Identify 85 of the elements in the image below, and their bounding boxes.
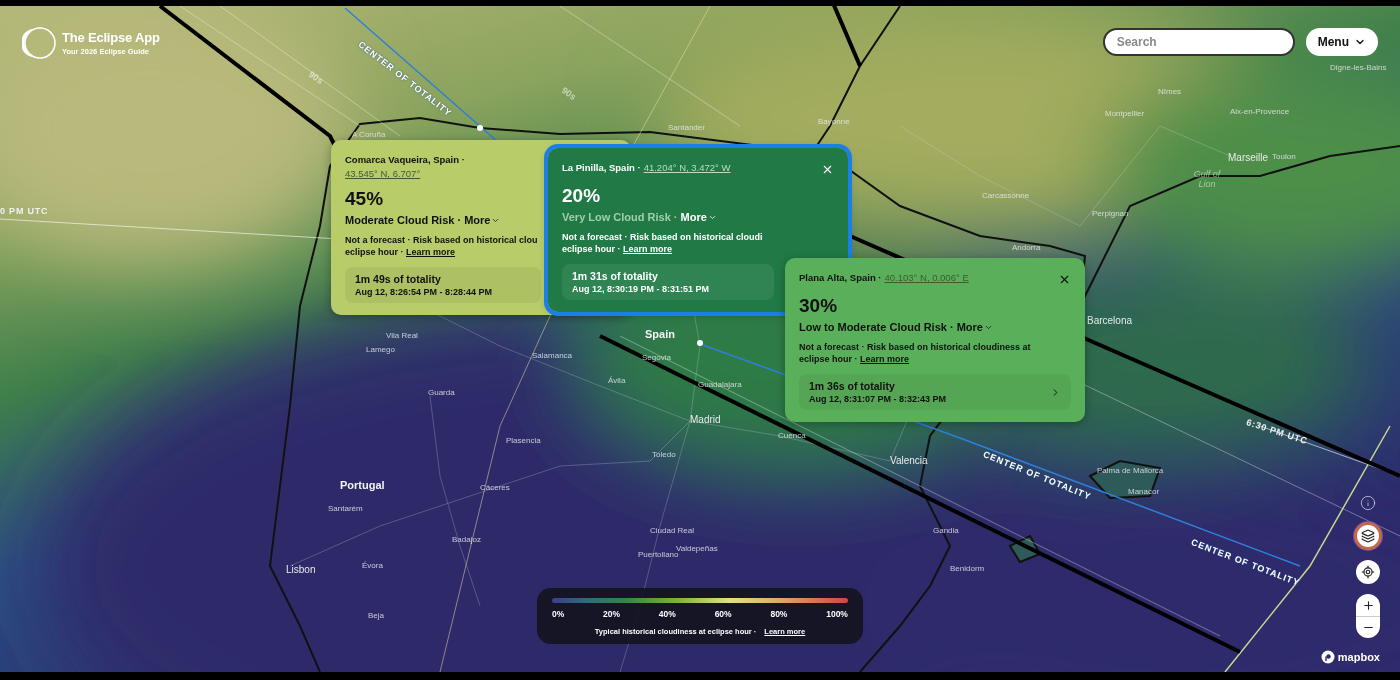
totality-duration: 1m 31s of totality xyxy=(572,270,659,283)
cloud-percentage: 45% xyxy=(345,188,384,210)
time-label: 0 PM UTC xyxy=(0,207,49,217)
city-label: Ávila xyxy=(608,377,626,386)
totality-row[interactable]: 1m 49s of totality Aug 12, 8:26:54 PM - 8:28:44 PM xyxy=(345,267,541,304)
scale-tick-label: 60% xyxy=(714,609,732,619)
disclaimer-text: Not a forecast · Risk based on historical cloudiness at eclipse hour · Learn more xyxy=(799,342,1032,366)
learn-more-link[interactable]: Learn more xyxy=(860,353,910,364)
coordinates-link[interactable]: 43.545° N, 6.707° xyxy=(345,168,421,179)
city-label: Salamanca xyxy=(532,352,573,361)
place-name: Plana Alta, Spain · xyxy=(799,272,882,283)
totality-duration: 1m 49s of totality xyxy=(355,273,442,286)
city-label: Beja xyxy=(368,612,384,621)
search-field[interactable]: Search xyxy=(1102,28,1295,56)
city-label: Madrid xyxy=(690,414,721,425)
city-label: Valdepeñas xyxy=(676,545,718,553)
city-label: Vila Real xyxy=(386,332,418,341)
risk-level: Very Low Cloud Risk · xyxy=(562,211,678,223)
more-button[interactable]: More xyxy=(680,211,717,223)
totality-times: Aug 12, 8:30:19 PM - 8:31:51 PM xyxy=(572,284,710,295)
city-label: Badajoz xyxy=(452,536,481,545)
duration-label: 90s xyxy=(306,70,325,87)
city-label: Barcelona xyxy=(1087,315,1133,326)
totality-duration: 1m 36s of totality xyxy=(809,380,896,393)
scale-tick-label: 0% xyxy=(552,609,565,619)
totality-row[interactable]: 1m 36s of totality Aug 12, 8:31:07 PM - 8:32:43 PM xyxy=(799,374,1071,411)
place-name: Comarca Vaqueira, Spain · xyxy=(345,154,465,165)
cloud-percentage: 20% xyxy=(562,185,601,207)
crosshair-icon xyxy=(1361,565,1375,579)
city-label: Nîmes xyxy=(1158,88,1182,97)
city-label: Santarém xyxy=(328,505,363,514)
city-label: Marseille xyxy=(1228,152,1268,163)
mapbox-logo-icon xyxy=(1320,650,1335,664)
country-label: Spain xyxy=(645,328,675,341)
place-name: La Pinilla, Spain · xyxy=(562,162,641,173)
city-label: Puertollano xyxy=(638,551,679,560)
layers-icon xyxy=(1361,529,1375,543)
city-label: Aix-en-Provence xyxy=(1230,108,1290,117)
menu-button[interactable]: Menu xyxy=(1305,28,1378,56)
city-label: Santander xyxy=(668,124,705,133)
city-label: Andorra xyxy=(1012,244,1041,253)
cloud-percentage: 30% xyxy=(799,295,838,317)
duration-label: 90s xyxy=(559,86,578,103)
city-label: Toulon xyxy=(1272,153,1296,162)
learn-more-link[interactable]: Learn more xyxy=(623,243,673,254)
city-label: Benidorm xyxy=(950,565,985,574)
city-label: Digne-les-Bains xyxy=(1330,64,1387,73)
info-icon[interactable] xyxy=(1359,494,1377,512)
disclaimer-text: Not a forecast · Risk based on historical cloudi eclipse hour · Learn more xyxy=(562,232,764,256)
totality-times: Aug 12, 8:31:07 PM - 8:32:43 PM xyxy=(809,394,947,405)
city-label: A Coruña xyxy=(352,131,386,140)
scale-tick-label: 40% xyxy=(658,609,676,619)
risk-level: Low to Moderate Cloud Risk · xyxy=(799,321,954,333)
scale-tick-label: 80% xyxy=(770,609,788,619)
city-label: Montpellier xyxy=(1105,110,1145,119)
more-button[interactable]: More xyxy=(956,321,993,333)
city-label: Plasencia xyxy=(506,437,541,446)
city-label: Manacor xyxy=(1128,488,1160,497)
city-label: Guarda xyxy=(428,389,455,398)
scale-tick-label: 20% xyxy=(603,609,621,619)
mapbox-wordmark: mapbox xyxy=(1337,651,1380,663)
totality-times: Aug 12, 8:26:54 PM - 8:28:44 PM xyxy=(355,287,493,298)
city-label: Palma de Mallorca xyxy=(1097,467,1164,476)
disclaimer-text: Not a forecast · Risk based on historical clou eclipse hour · Learn more xyxy=(345,235,539,259)
city-label: Cáceres xyxy=(480,484,510,493)
city-label: Évora xyxy=(362,562,383,571)
scale-tick-label: 100% xyxy=(826,609,848,619)
city-label: Lamego xyxy=(366,346,395,355)
crescent-logo-icon xyxy=(22,26,56,60)
risk-level: Moderate Cloud Risk · xyxy=(345,214,462,226)
more-button[interactable]: More xyxy=(464,214,501,226)
totality-row[interactable]: 1m 31s of totality Aug 12, 8:30:19 PM - 8:31:51 PM xyxy=(562,264,774,301)
city-label: Guadalajara xyxy=(698,381,742,390)
city-label: Gandia xyxy=(933,527,959,536)
coordinates-link[interactable]: 41.204° N, 3.472° W xyxy=(643,162,731,173)
city-label: Ciudad Real xyxy=(650,527,695,536)
plus-icon xyxy=(1361,598,1375,612)
city-label: Toledo xyxy=(652,451,676,460)
country-label: Portugal xyxy=(340,479,385,492)
time-label: 6:30 PM UTC xyxy=(1244,418,1309,448)
city-label: Carcassonne xyxy=(982,192,1030,201)
city-label: Lisbon xyxy=(286,564,316,575)
learn-more-link[interactable]: Learn more xyxy=(406,246,456,257)
city-label: Valencia xyxy=(890,455,928,466)
app-title: The Eclipse App xyxy=(62,30,160,45)
